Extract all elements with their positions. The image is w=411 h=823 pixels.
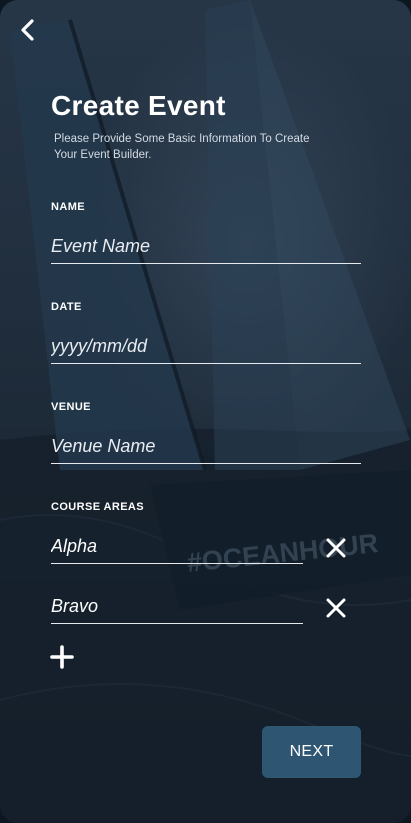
- date-label: DATE: [51, 301, 82, 313]
- page-subtitle: Please Provide Some Basic Information To…: [54, 133, 310, 161]
- name-label: NAME: [51, 201, 85, 213]
- course-area-input-alpha[interactable]: [51, 529, 303, 564]
- remove-course-area-bravo-button[interactable]: [324, 596, 348, 620]
- add-course-area-button[interactable]: [50, 645, 74, 669]
- close-icon: [326, 538, 346, 558]
- page-title: Create Event: [51, 90, 226, 121]
- venue-name-input[interactable]: [51, 429, 361, 464]
- create-event-screen: #OCEANHOUR Create Event Please Provide S…: [0, 0, 411, 823]
- plus-icon: [50, 645, 74, 669]
- course-area-input-bravo[interactable]: [51, 589, 303, 624]
- venue-label: VENUE: [51, 401, 91, 413]
- close-icon: [326, 598, 346, 618]
- date-input[interactable]: [51, 329, 361, 364]
- chevron-left-icon: [21, 19, 34, 41]
- course-areas-label: COURSE AREAS: [51, 501, 145, 513]
- back-button[interactable]: [14, 16, 42, 44]
- next-button[interactable]: NEXT: [262, 726, 361, 778]
- event-name-input[interactable]: [51, 229, 361, 264]
- remove-course-area-alpha-button[interactable]: [324, 536, 348, 560]
